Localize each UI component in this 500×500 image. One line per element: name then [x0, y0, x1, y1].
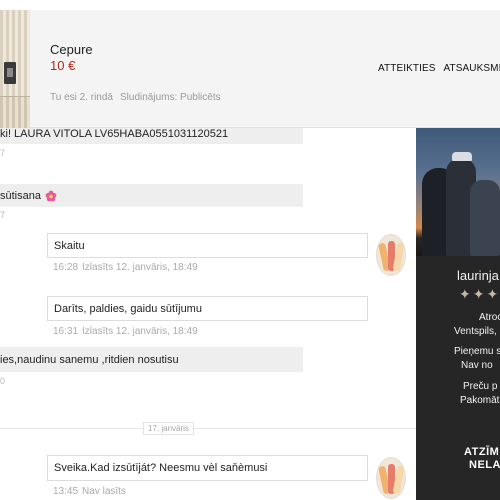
- flower-emoji-icon: [45, 190, 57, 201]
- cancel-button[interactable]: ATTEIKTIES: [378, 63, 436, 74]
- message-text: Skaitu: [54, 239, 85, 252]
- pickup-label: Pieņemu s: [454, 346, 500, 357]
- message-text: Darīts, paldies, gaidu sūtījumu: [54, 302, 202, 315]
- outgoing-message: Sveika.Kad izsūtīját? Neesmu vèl saňèmus…: [47, 455, 368, 481]
- read-status: Izlasīts 12. janvāris, 18:49: [82, 326, 198, 337]
- location-label: Atroc: [479, 312, 500, 323]
- profile-username[interactable]: laurinja: [457, 268, 499, 283]
- message-text: ies,naudinu sanemu ,ritdien nosutisu: [0, 353, 179, 366]
- outgoing-message: Skaitu: [47, 233, 368, 258]
- message-meta: 16:31 Izlasīts 12. janvāris, 18:49: [53, 326, 198, 337]
- message-time: 13:45: [53, 486, 79, 497]
- chat-thread[interactable]: ki! LAURA VITOLA LV65HABA0551031120521 7…: [0, 128, 416, 500]
- header-actions: ATTEIKTIES ATSAUKSMI: [378, 63, 500, 74]
- message-time: 7: [0, 210, 6, 220]
- profile-photo[interactable]: [416, 128, 500, 256]
- shipping-value: Pakomāt: [460, 395, 500, 406]
- user-avatar[interactable]: [376, 457, 406, 499]
- queue-position: Tu esi 2. rindā: [50, 92, 113, 103]
- incoming-message: ies,naudinu sanemu ,ritdien nosutisu: [0, 347, 303, 372]
- review-button[interactable]: ATSAUKSMI: [444, 63, 500, 74]
- listing-header: Cepure 10 € Tu esi 2. rindā Sludinājums: …: [0, 10, 500, 128]
- product-title[interactable]: Cepure: [50, 42, 93, 57]
- date-divider-label: 17. janvāris: [143, 422, 194, 435]
- incoming-message: ki! LAURA VITOLA LV65HABA0551031120521: [0, 128, 303, 144]
- seller-profile-panel: laurinja ✦✦✦✦ Atroc Ventspils, Pieņemu s…: [416, 128, 500, 500]
- outgoing-message: Darīts, paldies, gaidu sūtījumu: [47, 296, 368, 321]
- message-text: Sveika.Kad izsūtīját? Neesmu vèl saňèmus…: [54, 462, 268, 474]
- message-meta: 16:28 Izlasīts 12. janvāris, 18:49: [53, 262, 198, 273]
- beanie-fold: [0, 96, 30, 128]
- message-meta: 13:45 Nav lasīts: [53, 486, 126, 497]
- mark-action-line1[interactable]: ATZĪMI: [464, 446, 500, 458]
- product-price: 10 €: [50, 58, 76, 73]
- listing-meta: Tu esi 2. rindā Sludinājums: Publicēts: [50, 92, 221, 103]
- user-avatar[interactable]: [376, 234, 406, 276]
- message-time: 0: [0, 376, 6, 386]
- incoming-message: sūtisana: [0, 184, 303, 207]
- date-divider: [0, 428, 416, 429]
- shipping-label: Preču p: [463, 381, 498, 392]
- message-text: ki! LAURA VITOLA LV65HABA0551031120521: [0, 128, 229, 140]
- brand-tag: [4, 62, 16, 84]
- pickup-value: Nav no: [461, 360, 493, 371]
- listing-status: Sludinājums: Publicēts: [120, 92, 221, 103]
- read-status: Izlasīts 12. janvāris, 18:49: [82, 262, 198, 273]
- message-time: 16:28: [53, 262, 79, 273]
- read-status: Nav lasīts: [82, 486, 126, 497]
- message-time: 7: [0, 148, 6, 158]
- location-value: Ventspils,: [454, 326, 497, 337]
- rating-stars-icon: ✦✦✦✦: [459, 286, 500, 302]
- message-time: 16:31: [53, 326, 79, 337]
- mark-action-line2[interactable]: NELA: [469, 459, 500, 471]
- product-image[interactable]: [0, 10, 30, 128]
- message-text: sūtisana: [0, 189, 41, 202]
